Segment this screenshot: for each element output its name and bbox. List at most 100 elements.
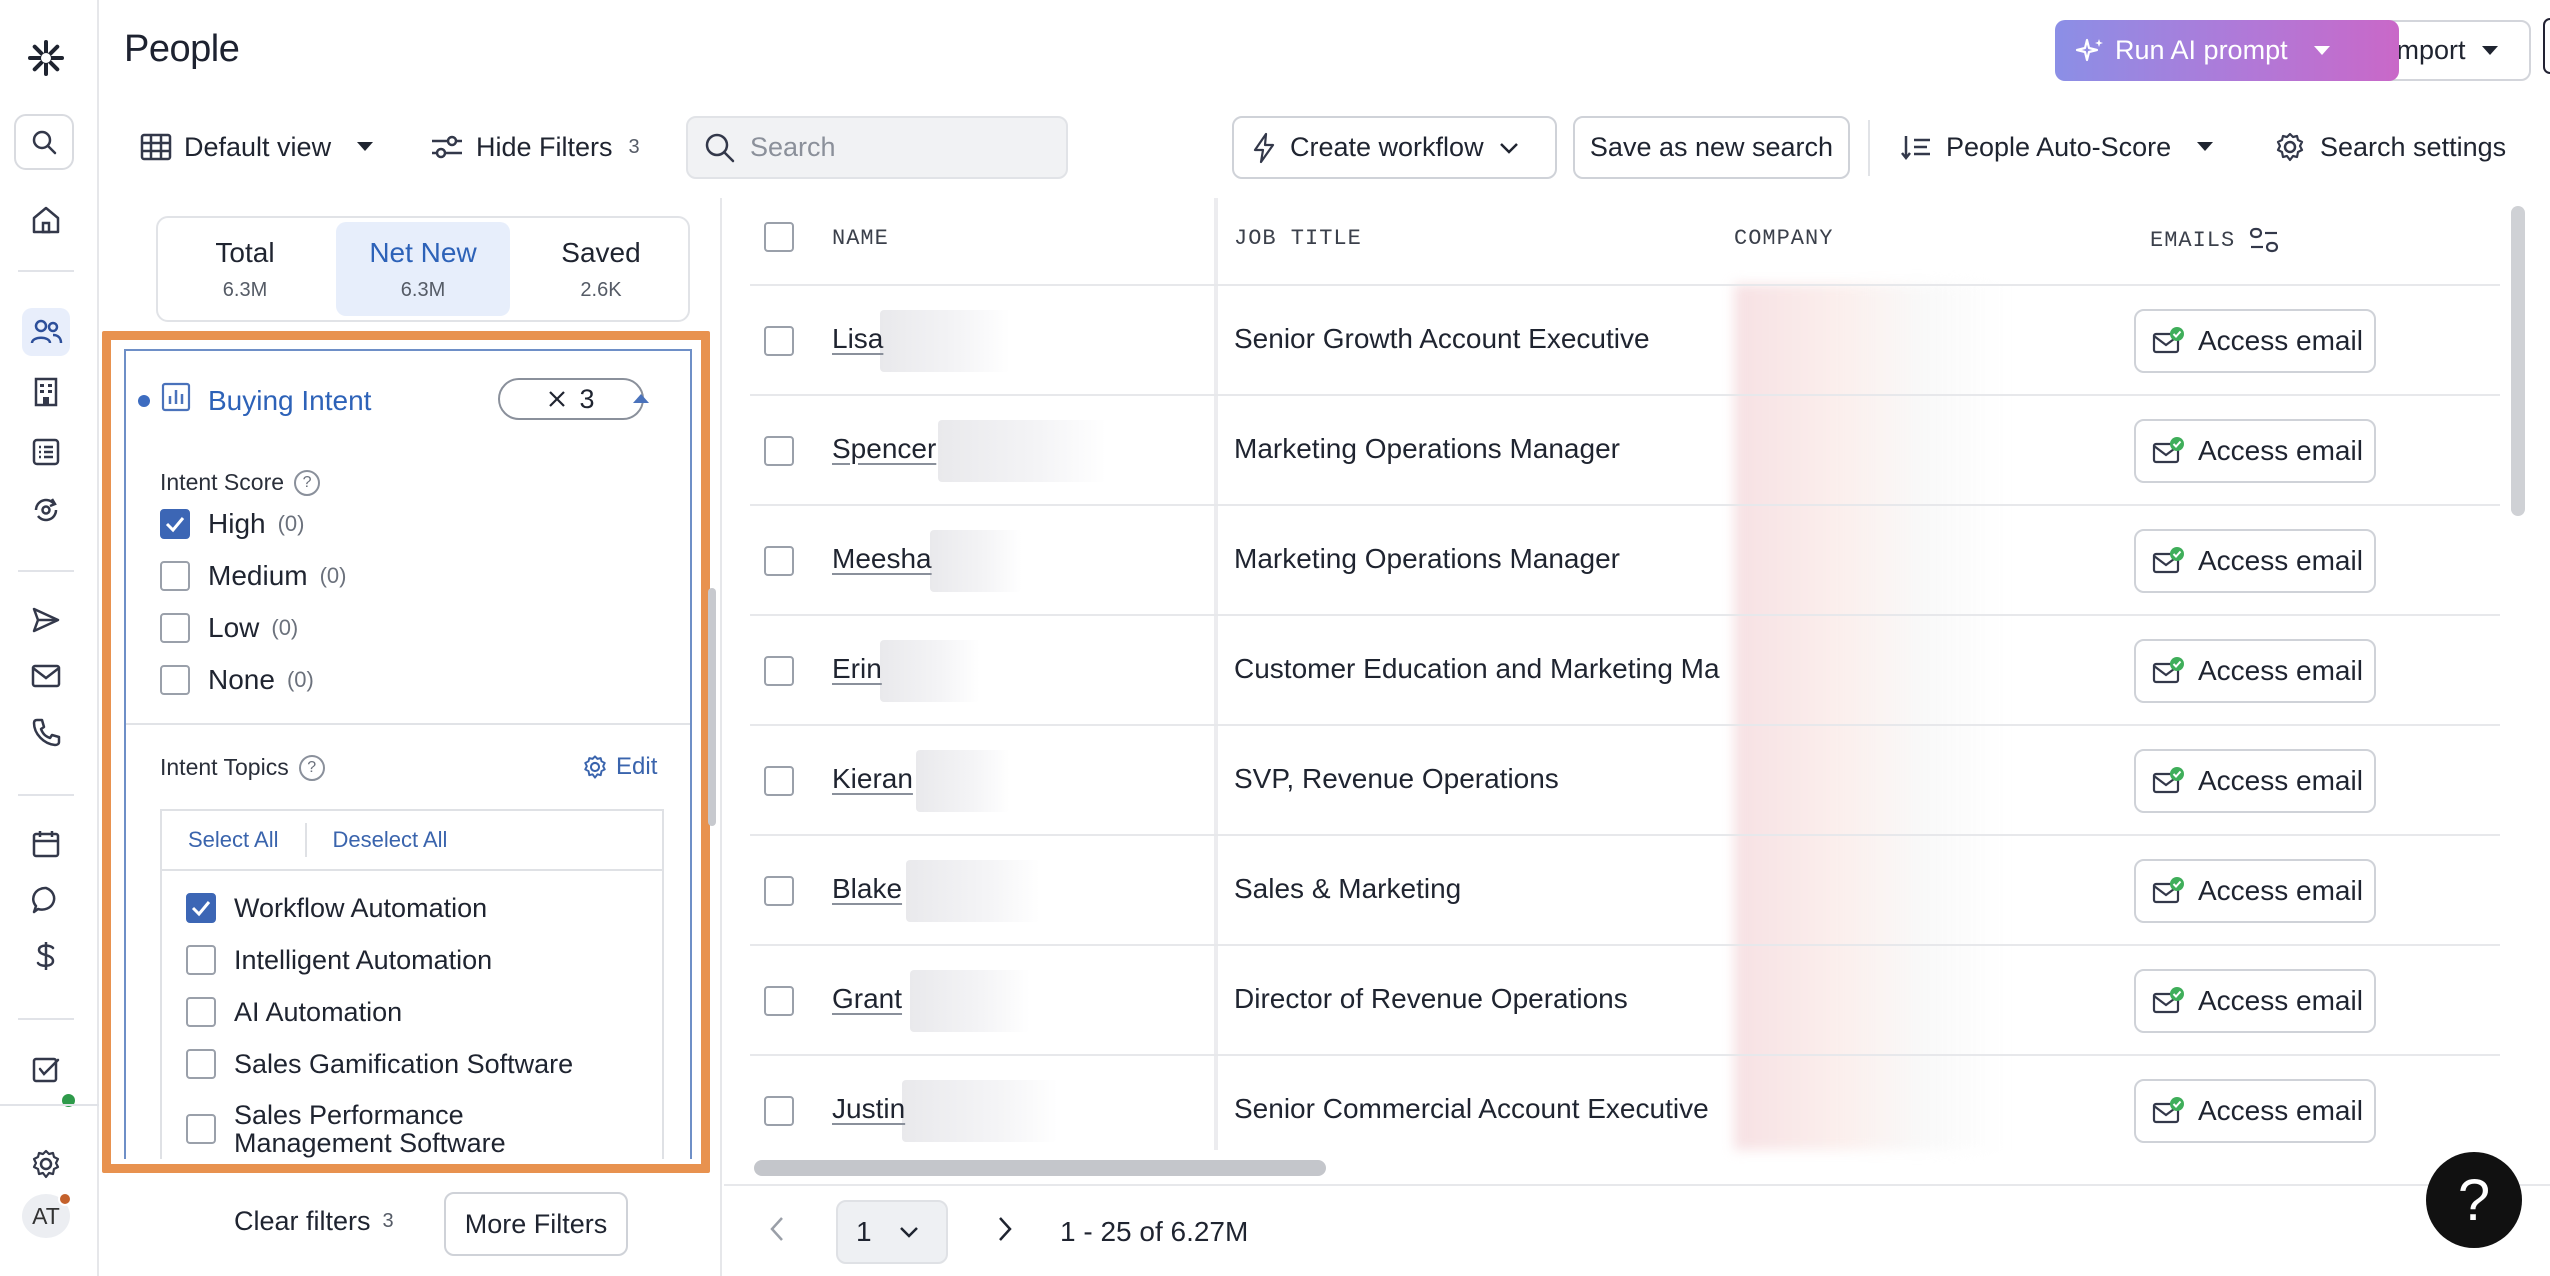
row-divider xyxy=(750,394,2500,396)
checkbox[interactable] xyxy=(186,997,216,1027)
search-input[interactable]: Search xyxy=(686,116,1068,179)
person-name-link[interactable]: Erin xyxy=(832,653,882,685)
clear-intent-chip[interactable]: 3 xyxy=(498,378,644,420)
access-email-button[interactable]: Access email xyxy=(2134,419,2376,483)
topic-option[interactable]: Workflow Automation xyxy=(186,893,487,923)
topic-option[interactable]: Sales Gamification Software xyxy=(186,1049,573,1079)
hide-filters-button[interactable]: Hide Filters 3 xyxy=(430,115,640,179)
score-option-none[interactable]: None (0) xyxy=(160,664,314,696)
email-icon[interactable] xyxy=(22,652,70,700)
access-email-button[interactable]: Access email xyxy=(2134,529,2376,593)
rail-search-button[interactable] xyxy=(14,114,74,170)
column-header-company[interactable]: COMPANY xyxy=(1734,226,1833,251)
edit-topics-button[interactable]: Edit xyxy=(582,753,657,781)
person-name-link[interactable]: Grant xyxy=(832,983,902,1015)
calendar-icon[interactable] xyxy=(22,820,70,868)
access-email-label: Access email xyxy=(2198,655,2363,686)
access-email-button[interactable]: Access email xyxy=(2134,859,2376,923)
chevron-left-icon[interactable] xyxy=(768,1214,786,1244)
row-checkbox[interactable] xyxy=(764,436,794,466)
vertical-scrollbar[interactable] xyxy=(2511,206,2525,516)
chevron-up-icon[interactable] xyxy=(630,391,652,405)
row-checkbox[interactable] xyxy=(764,656,794,686)
sparkle-icon xyxy=(2075,36,2105,66)
row-checkbox[interactable] xyxy=(764,1096,794,1126)
column-header-job-title[interactable]: JOB TITLE xyxy=(1234,226,1362,251)
checkbox[interactable] xyxy=(160,665,190,695)
tab-total[interactable]: Total 6.3M xyxy=(158,218,332,320)
person-name-link[interactable]: Justin xyxy=(832,1093,905,1125)
person-name-link[interactable]: Lisa xyxy=(832,323,883,355)
topic-option[interactable]: Sales Performance Management Software xyxy=(186,1101,534,1157)
lists-icon[interactable] xyxy=(22,428,70,476)
send-icon[interactable] xyxy=(22,596,70,644)
page-select[interactable]: 1 xyxy=(836,1200,948,1264)
avatar[interactable]: AT xyxy=(22,1192,72,1238)
edge-tab[interactable] xyxy=(2543,18,2550,74)
dollar-icon[interactable] xyxy=(22,932,70,980)
default-view-dropdown[interactable]: Default view xyxy=(140,115,375,179)
checkbox[interactable] xyxy=(186,1049,216,1079)
search-settings-button[interactable]: Search settings xyxy=(2274,115,2506,179)
person-name-link[interactable]: Spencer xyxy=(832,433,936,465)
score-option-low[interactable]: Low (0) xyxy=(160,612,298,644)
people-icon[interactable] xyxy=(22,308,70,356)
clear-filters-button[interactable]: Clear filters 3 xyxy=(234,1206,394,1237)
person-name-link[interactable]: Meesha xyxy=(832,543,932,575)
chip-count: 3 xyxy=(579,383,595,414)
settings-icon[interactable] xyxy=(22,1140,70,1188)
row-checkbox[interactable] xyxy=(764,546,794,576)
phone-icon[interactable] xyxy=(22,708,70,756)
run-ai-prompt-button[interactable]: Run AI prompt xyxy=(2055,20,2399,81)
create-workflow-button[interactable]: Create workflow xyxy=(1232,116,1557,179)
access-email-button[interactable]: Access email xyxy=(2134,309,2376,373)
score-option-medium[interactable]: Medium (0) xyxy=(160,560,346,592)
help-icon[interactable]: ? xyxy=(298,754,325,781)
checkbox[interactable] xyxy=(186,945,216,975)
tab-net-new[interactable]: Net New 6.3M xyxy=(336,222,510,316)
select-all-button[interactable]: Select All xyxy=(162,827,305,853)
tasks-icon[interactable] xyxy=(22,1046,70,1094)
checkbox[interactable] xyxy=(160,561,190,591)
deselect-all-button[interactable]: Deselect All xyxy=(307,827,474,853)
access-email-button[interactable]: Access email xyxy=(2134,639,2376,703)
row-checkbox[interactable] xyxy=(764,326,794,356)
checkbox-checked[interactable] xyxy=(160,509,190,539)
buying-intent-header[interactable]: Buying Intent 3 xyxy=(126,351,690,441)
logo-icon[interactable] xyxy=(22,34,70,82)
filter-scrollbar[interactable] xyxy=(708,588,716,826)
row-checkbox[interactable] xyxy=(764,876,794,906)
topic-option[interactable]: Intelligent Automation xyxy=(186,945,492,975)
access-email-button[interactable]: Access email xyxy=(2134,749,2376,813)
people-auto-score-dropdown[interactable]: People Auto-Score xyxy=(1900,115,2215,179)
person-name-link[interactable]: Kieran xyxy=(832,763,913,795)
score-option-high[interactable]: High (0) xyxy=(160,508,304,540)
frozen-column-divider[interactable] xyxy=(1214,198,1218,1150)
topic-option[interactable]: AI Automation xyxy=(186,997,402,1027)
horizontal-scrollbar[interactable] xyxy=(754,1160,1326,1176)
companies-icon[interactable] xyxy=(22,368,70,416)
help-button[interactable]: ? xyxy=(2426,1152,2522,1248)
person-name-link[interactable]: Blake xyxy=(832,873,902,905)
checkbox-checked[interactable] xyxy=(186,893,216,923)
refresh-icon[interactable] xyxy=(22,486,70,534)
more-filters-button[interactable]: More Filters xyxy=(444,1192,628,1256)
gear-icon xyxy=(2274,131,2306,163)
tab-saved[interactable]: Saved 2.6K xyxy=(514,218,688,320)
row-checkbox[interactable] xyxy=(764,766,794,796)
chevron-right-icon[interactable] xyxy=(996,1214,1014,1244)
access-email-button[interactable]: Access email xyxy=(2134,1079,2376,1143)
column-header-name[interactable]: NAME xyxy=(832,226,889,251)
home-icon[interactable] xyxy=(22,196,70,244)
column-settings-icon[interactable] xyxy=(2249,226,2279,254)
row-checkbox[interactable] xyxy=(764,986,794,1016)
help-icon[interactable]: ? xyxy=(294,469,321,496)
select-all-checkbox[interactable] xyxy=(764,222,794,252)
checkbox[interactable] xyxy=(160,613,190,643)
import-label: Import xyxy=(2389,35,2466,65)
access-email-button[interactable]: Access email xyxy=(2134,969,2376,1033)
checkbox[interactable] xyxy=(186,1114,216,1144)
chat-icon[interactable] xyxy=(22,876,70,924)
save-as-new-search-button[interactable]: Save as new search xyxy=(1573,116,1850,179)
column-header-emails[interactable]: EMAILS xyxy=(2150,226,2279,254)
